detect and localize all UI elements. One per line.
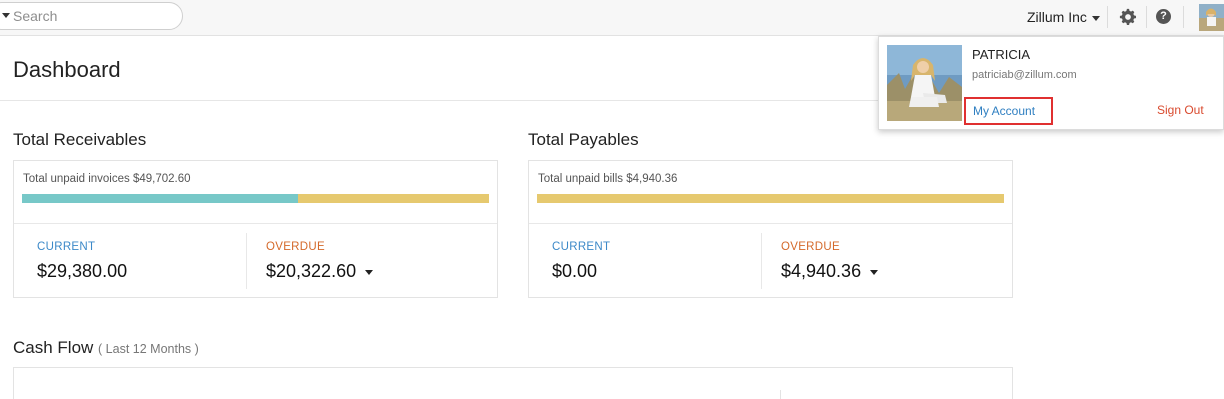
cashflow-title: Cash Flow bbox=[13, 338, 94, 357]
divider bbox=[14, 223, 497, 224]
unpaid-invoices-label: Total unpaid invoices $49,702.60 bbox=[23, 173, 191, 185]
receivables-progress-bar[interactable] bbox=[22, 194, 489, 203]
my-account-link[interactable]: My Account bbox=[964, 97, 1053, 125]
cashflow-card bbox=[13, 367, 1013, 399]
payables-progress-bar[interactable] bbox=[537, 194, 1004, 203]
cashflow-heading: Cash Flow ( Last 12 Months ) bbox=[13, 338, 199, 358]
receivables-title: Total Receivables bbox=[13, 130, 147, 149]
payables-current-amount: $0.00 bbox=[552, 261, 598, 281]
payables-overdue-label: OVERDUE bbox=[781, 241, 840, 253]
divider bbox=[1146, 6, 1147, 28]
payables-current-value: $0.00 bbox=[552, 261, 597, 282]
user-name: PATRICIA bbox=[972, 47, 1031, 62]
payables-title: Total Payables bbox=[528, 130, 639, 149]
receivables-overdue-dropdown[interactable]: $20,322.60 bbox=[266, 261, 374, 282]
cashflow-subtitle: ( Last 12 Months ) bbox=[98, 342, 199, 356]
divider bbox=[761, 233, 762, 289]
divider bbox=[246, 233, 247, 289]
top-bar: Zillum Inc ? bbox=[0, 0, 1224, 36]
payables-current-label: CURRENT bbox=[552, 241, 611, 253]
receivables-current-amount: $29,380.00 bbox=[37, 261, 128, 281]
organization-name: Zillum Inc bbox=[1027, 9, 1087, 25]
help-icon[interactable]: ? bbox=[1156, 9, 1171, 24]
caret-down-icon[interactable] bbox=[365, 270, 374, 275]
organization-switcher[interactable]: Zillum Inc bbox=[1027, 9, 1100, 25]
divider bbox=[780, 390, 781, 399]
search-input[interactable] bbox=[13, 6, 173, 26]
avatar[interactable] bbox=[1199, 4, 1224, 31]
profile-photo bbox=[887, 45, 962, 121]
gear-icon[interactable] bbox=[1119, 8, 1137, 26]
user-email: patriciab@zillum.com bbox=[972, 69, 1077, 81]
receivables-current-fill bbox=[22, 194, 298, 203]
payables-overdue-dropdown[interactable]: $4,940.36 bbox=[781, 261, 879, 282]
payables-card: Total unpaid bills $4,940.36 CURRENT $0.… bbox=[528, 160, 1013, 298]
receivables-overdue-amount: $20,322.60 bbox=[266, 261, 357, 281]
sign-out-link[interactable]: Sign Out bbox=[1157, 103, 1204, 117]
chevron-down-icon bbox=[1091, 15, 1100, 21]
unpaid-bills-label: Total unpaid bills $4,940.36 bbox=[538, 173, 678, 185]
divider bbox=[1183, 6, 1184, 28]
receivables-overdue-label: OVERDUE bbox=[266, 241, 325, 253]
divider bbox=[529, 223, 1012, 224]
receivables-current-value: $29,380.00 bbox=[37, 261, 127, 282]
account-popover: PATRICIA patriciab@zillum.com My Account… bbox=[878, 36, 1224, 130]
caret-down-icon[interactable] bbox=[870, 270, 879, 275]
receivables-card: Total unpaid invoices $49,702.60 CURRENT… bbox=[13, 160, 498, 298]
search-filter-caret-icon[interactable] bbox=[2, 13, 10, 18]
page-title: Dashboard bbox=[13, 57, 121, 82]
divider bbox=[1107, 6, 1108, 28]
payables-overdue-amount: $4,940.36 bbox=[781, 261, 862, 281]
search-box[interactable] bbox=[0, 2, 183, 30]
receivables-current-label: CURRENT bbox=[37, 241, 96, 253]
